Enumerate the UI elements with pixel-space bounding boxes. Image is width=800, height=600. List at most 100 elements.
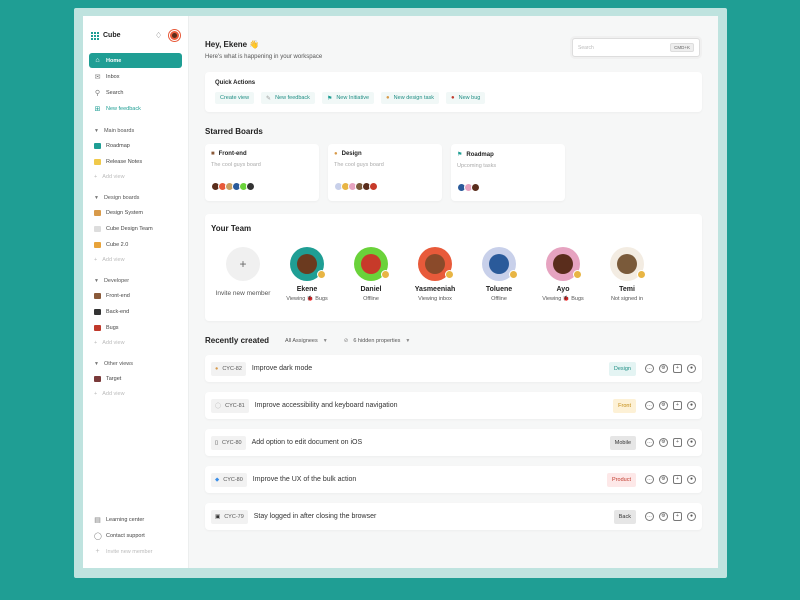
comment-icon[interactable]: … bbox=[645, 364, 654, 373]
new-bug-button[interactable]: ● New bug bbox=[446, 92, 486, 104]
quick-actions-card: Quick Actions Create view ✎ New feedback… bbox=[205, 72, 702, 112]
bell-icon[interactable]: ♢ bbox=[155, 31, 163, 40]
sidebar-item-target[interactable]: Target bbox=[89, 371, 182, 387]
gear-icon[interactable]: ⚙ bbox=[659, 475, 668, 484]
sidebar-item-cube-design-team[interactable]: Cube Design Team bbox=[89, 221, 182, 237]
sidebar-item-label: Front-end bbox=[106, 293, 130, 299]
team-member[interactable]: Yasmeeniah Viewing inbox bbox=[403, 247, 467, 302]
team-member[interactable]: Daniel Offline bbox=[339, 247, 403, 302]
gear-icon[interactable]: ⚙ bbox=[659, 438, 668, 447]
gear-icon[interactable]: ⚙ bbox=[659, 364, 668, 373]
sidebar-item-roadmap[interactable]: Roadmap bbox=[89, 138, 182, 154]
add-view-button[interactable]: + Add view bbox=[89, 170, 182, 183]
sidebar-item-bugs[interactable]: Bugs bbox=[89, 320, 182, 336]
comment-icon[interactable]: … bbox=[645, 438, 654, 447]
team-member[interactable]: Ekene Viewing 🐞 Bugs bbox=[275, 247, 339, 302]
user-avatar[interactable] bbox=[169, 30, 180, 41]
task-tag[interactable]: Back bbox=[613, 509, 636, 524]
gear-icon[interactable]: ⚙ bbox=[659, 401, 668, 410]
chat-icon: ◯ bbox=[215, 402, 222, 409]
team-member[interactable]: Ayo Viewing 🐞 Bugs bbox=[531, 247, 595, 302]
task-tag[interactable]: Mobile bbox=[609, 435, 636, 450]
task-id-badge: ● CYC-82 bbox=[211, 361, 246, 376]
avatar bbox=[546, 247, 582, 281]
task-row[interactable]: ▣ CYC-79 Stay logged in after closing the … bbox=[205, 503, 702, 530]
comment-icon[interactable]: … bbox=[645, 401, 654, 410]
task-tag[interactable]: Design bbox=[608, 361, 636, 376]
assign-user-icon[interactable]: + bbox=[673, 401, 682, 410]
task-id: CYC-81 bbox=[225, 402, 245, 409]
gear-icon[interactable]: ⚙ bbox=[659, 512, 668, 521]
member-status: Viewing 🐞 Bugs bbox=[286, 296, 328, 302]
chevron-down-icon: ▼ bbox=[94, 195, 99, 201]
nav-new-feedback[interactable]: ⊞ New feedback bbox=[89, 101, 182, 116]
section-developer[interactable]: ▼ Developer bbox=[89, 274, 182, 288]
box-icon bbox=[94, 293, 101, 299]
sidebar-item-cube-2[interactable]: Cube 2.0 bbox=[89, 237, 182, 253]
search-input[interactable]: Search CMD+K bbox=[572, 38, 700, 57]
create-view-button[interactable]: Create view bbox=[215, 92, 255, 104]
chevron-down-icon: ▼ bbox=[94, 361, 99, 367]
hidden-properties-filter[interactable]: ⊘ 6 hidden properties ▼ bbox=[344, 338, 411, 344]
new-feedback-button[interactable]: ✎ New feedback bbox=[261, 92, 315, 104]
sidebar-item-release-notes[interactable]: Release Notes bbox=[89, 154, 182, 170]
add-view-button[interactable]: + Add view bbox=[89, 336, 182, 349]
add-view-button[interactable]: + Add view bbox=[89, 253, 182, 266]
task-id: CYC-80 bbox=[223, 476, 243, 483]
new-initiative-button[interactable]: ⚑ New Initiative bbox=[321, 92, 375, 104]
assign-user-icon[interactable]: + bbox=[673, 438, 682, 447]
section-main-boards[interactable]: ▼ Main boards bbox=[89, 124, 182, 138]
board-name: Design bbox=[341, 151, 362, 157]
invite-member-button[interactable]: + Invite new member bbox=[211, 247, 275, 302]
task-row[interactable]: ● CYC-82 Improve dark mode Design… ⚙ + ● bbox=[205, 355, 702, 382]
sidebar-item-label: Design System bbox=[106, 210, 143, 216]
user-icon[interactable]: ● bbox=[687, 364, 696, 373]
sidebar-item-front-end[interactable]: Front-end bbox=[89, 288, 182, 304]
chat-icon: ✎ bbox=[266, 95, 272, 102]
section-design-boards[interactable]: ▼ Design boards bbox=[89, 191, 182, 205]
user-icon[interactable]: ● bbox=[687, 475, 696, 484]
presence-dot bbox=[509, 270, 518, 279]
team-member[interactable]: Temi Not signed in bbox=[595, 247, 659, 302]
task-tag[interactable]: Front bbox=[613, 398, 636, 413]
assign-user-icon[interactable]: + bbox=[673, 364, 682, 373]
user-icon[interactable]: ● bbox=[687, 512, 696, 521]
board-card-design[interactable]: ● Design The cool guys board bbox=[328, 144, 442, 201]
nav-home[interactable]: ⌂ Home bbox=[89, 53, 182, 68]
bug-icon bbox=[94, 325, 101, 331]
nav-search-label: Search bbox=[106, 89, 124, 96]
add-view-button[interactable]: + Add view bbox=[89, 387, 182, 400]
assign-user-icon[interactable]: + bbox=[673, 475, 682, 484]
nav-search[interactable]: ⚲ Search bbox=[89, 85, 182, 100]
sidebar-item-label: Target bbox=[106, 376, 122, 382]
comment-icon[interactable]: … bbox=[645, 512, 654, 521]
user-icon[interactable]: ● bbox=[687, 438, 696, 447]
qa-label: New feedback bbox=[275, 95, 310, 101]
board-card-roadmap[interactable]: ⚑ Roadmap Upcoming tasks bbox=[451, 144, 565, 201]
nav-invite-member[interactable]: + Invite new member bbox=[89, 544, 182, 559]
board-card-front-end[interactable]: ■ Front-end The cool guys board bbox=[205, 144, 319, 201]
home-icon: ⌂ bbox=[95, 57, 100, 64]
task-id: CYC-82 bbox=[222, 365, 242, 372]
assignee-filter[interactable]: All Assignees ▼ bbox=[285, 338, 328, 344]
quick-actions-title: Quick Actions bbox=[215, 80, 256, 86]
task-row[interactable]: ◯ CYC-81 Improve accessibility and keyboar… bbox=[205, 392, 702, 419]
sidebar-item-design-system[interactable]: Design System bbox=[89, 205, 182, 221]
section-other-views[interactable]: ▼ Other views bbox=[89, 357, 182, 371]
nav-learning-center[interactable]: ▤ Learning center bbox=[89, 512, 182, 527]
qa-label: Create view bbox=[220, 95, 250, 101]
nav-inbox[interactable]: ✉ Inbox bbox=[89, 69, 182, 84]
task-tag[interactable]: Product bbox=[607, 472, 636, 487]
new-design-task-button[interactable]: ● New design task bbox=[381, 92, 440, 104]
nav-contact-support[interactable]: ◯ Contact support bbox=[89, 528, 182, 543]
inbox-icon: ✉ bbox=[94, 73, 101, 81]
brand[interactable]: Cube bbox=[91, 31, 121, 40]
comment-icon[interactable]: … bbox=[645, 475, 654, 484]
assign-user-icon[interactable]: + bbox=[673, 512, 682, 521]
nav-home-label: Home bbox=[106, 57, 122, 64]
team-member[interactable]: Toluene Offline bbox=[467, 247, 531, 302]
task-row[interactable]: ◆ CYC-80 Improve the UX of the bulk action… bbox=[205, 466, 702, 493]
sidebar-item-back-end[interactable]: Back-end bbox=[89, 304, 182, 320]
user-icon[interactable]: ● bbox=[687, 401, 696, 410]
task-row[interactable]: ▯ CYC-80 Add option to edit document on iO… bbox=[205, 429, 702, 456]
